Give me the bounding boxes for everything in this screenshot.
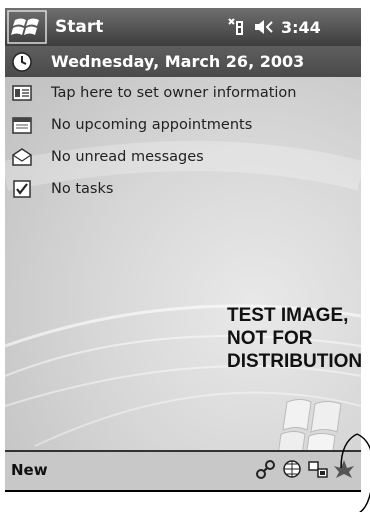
pocketpc-today-screen: Start 3:44 Wednesday, March 26, 2003 Tap…: [0, 0, 370, 512]
network-connection-icon[interactable]: [255, 457, 277, 481]
tasks-row[interactable]: No tasks: [5, 173, 361, 204]
watermark-line-3: DISTRIBUTION: [227, 351, 363, 372]
start-menu-label[interactable]: Start: [55, 17, 103, 37]
new-button[interactable]: New: [11, 461, 48, 479]
appointments-text: No upcoming appointments: [51, 116, 253, 133]
inbox-row[interactable]: No unread messages: [5, 141, 361, 172]
date-text: Wednesday, March 26, 2003: [51, 52, 305, 71]
title-bar: Start 3:44: [5, 8, 361, 46]
clock[interactable]: 3:44: [281, 18, 321, 37]
activesync-icon[interactable]: [307, 457, 329, 481]
sync-icon[interactable]: [281, 457, 303, 481]
messages-text: No unread messages: [51, 148, 204, 165]
owner-text: Tap here to set owner information: [51, 84, 297, 101]
connectivity-icon[interactable]: [225, 16, 247, 38]
tasks-text: No tasks: [51, 180, 114, 197]
owner-card-icon: [12, 84, 32, 101]
title-tray: 3:44: [225, 14, 321, 40]
calendar-row[interactable]: No upcoming appointments: [5, 109, 361, 140]
task-checkbox-icon: [13, 179, 31, 198]
today-area: Wednesday, March 26, 2003 Tap here to se…: [5, 46, 362, 465]
date-row[interactable]: Wednesday, March 26, 2003: [5, 46, 361, 77]
calendar-icon: [12, 116, 32, 134]
windows-start-icon[interactable]: [7, 10, 47, 44]
watermark-line-2: NOT FOR: [227, 328, 313, 349]
callout-circle: [340, 433, 370, 512]
owner-row[interactable]: Tap here to set owner information: [5, 77, 361, 108]
clock-icon: [12, 51, 32, 72]
envelope-icon: [12, 147, 32, 166]
menu-bar: New: [5, 450, 361, 492]
speaker-icon[interactable]: [253, 16, 275, 38]
watermark: TEST IMAGE, NOT FOR DISTRIBUTION: [227, 304, 362, 373]
watermark-line-1: TEST IMAGE,: [227, 305, 349, 326]
